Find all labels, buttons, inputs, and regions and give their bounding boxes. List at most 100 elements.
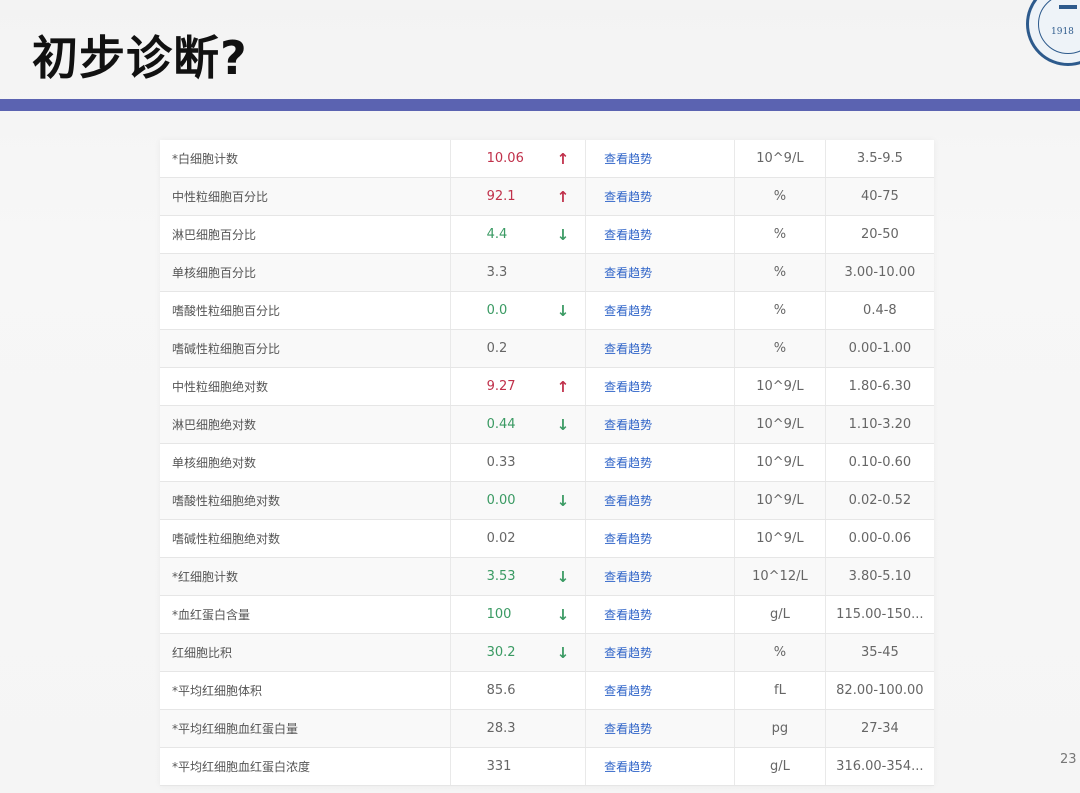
flag-empty [557,748,587,785]
test-unit: 10^12/L [735,558,826,595]
view-trend-link[interactable]: 查看趋势 [586,368,736,405]
table-row: 淋巴细胞百分比 4.4 ↓ 查看趋势% 20-50 [160,216,934,254]
view-trend-link[interactable]: 查看趋势 [586,216,736,253]
table-row: 红细胞比积 30.2 ↓ 查看趋势% 35-45 [160,634,934,672]
view-trend-link[interactable]: 查看趋势 [586,254,736,291]
test-value: 0.2 [486,341,508,356]
arrow-up-icon: ↑ [557,368,587,405]
arrow-down-icon: ↓ [557,482,587,519]
test-value: 0.44 [486,417,516,432]
test-name: *白细胞计数 [160,140,451,177]
test-value: 331 [486,759,512,774]
table-row: 嗜酸性粒细胞百分比 0.0 ↓ 查看趋势% 0.4-8 [160,292,934,330]
test-value: 3.53 [486,569,516,584]
view-trend-link[interactable]: 查看趋势 [586,444,736,481]
reference-range: 0.4-8 [863,303,897,318]
arrow-down-icon: ↓ [557,292,587,329]
reference-range: 82.00-100.00 [836,683,924,698]
flag-empty [557,330,587,367]
test-name: *平均红细胞体积 [160,672,451,709]
test-name: 嗜酸性粒细胞百分比 [160,292,451,329]
reference-range: 316.00-354... [836,759,924,774]
table-row: *血红蛋白含量 100 ↓ 查看趋势 g/L 115.00-150... [160,596,934,634]
view-trend-link[interactable]: 查看趋势 [586,710,736,747]
arrow-down-icon: ↓ [557,596,587,633]
reference-range: 35-45 [860,645,899,660]
logo-emblem [1059,5,1077,9]
test-value: 3.3 [486,265,508,280]
view-trend-link[interactable]: 查看趋势 [586,330,736,367]
table-row: *平均红细胞血红蛋白浓度 331 查看趋势 g/L 316.00-354... [160,748,934,786]
view-trend-link[interactable]: 查看趋势 [586,406,736,443]
view-trend-link[interactable]: 查看趋势 [586,558,736,595]
page-number: 23 [1060,752,1077,767]
test-unit: 10^9/L [735,140,826,177]
test-unit: % [735,254,826,291]
test-name: 中性粒细胞绝对数 [160,368,451,405]
reference-range: 115.00-150... [836,607,924,622]
test-name: *平均红细胞血红蛋白量 [160,710,451,747]
test-name: 红细胞比积 [160,634,451,671]
reference-range: 3.80-5.10 [848,569,912,584]
test-name: *红细胞计数 [160,558,451,595]
table-row: 嗜碱性粒细胞百分比 0.2 查看趋势% 0.00-1.00 [160,330,934,368]
test-unit: 10^9/L [735,482,826,519]
reference-range: 3.5-9.5 [856,151,903,166]
table-row: 嗜酸性粒细胞绝对数 0.00 ↓ 查看趋势 10^9/L 0.02-0.52 [160,482,934,520]
test-value: 92.1 [486,189,516,204]
test-name: *血红蛋白含量 [160,596,451,633]
test-unit: % [735,330,826,367]
arrow-down-icon: ↓ [557,558,587,595]
view-trend-link[interactable]: 查看趋势 [586,634,736,671]
view-trend-link[interactable]: 查看趋势 [586,672,736,709]
arrow-down-icon: ↓ [557,216,587,253]
arrow-up-icon: ↑ [557,178,587,215]
title-accent-bar [0,99,1080,111]
test-unit: pg [735,710,826,747]
reference-range: 1.10-3.20 [848,417,912,432]
test-value: 85.6 [486,683,516,698]
test-unit: % [735,292,826,329]
test-unit: 10^9/L [735,406,826,443]
test-value: 10.06 [486,151,524,166]
table-row: 单核细胞百分比 3.3 查看趋势% 3.00-10.00 [160,254,934,292]
view-trend-link[interactable]: 查看趋势 [586,292,736,329]
view-trend-link[interactable]: 查看趋势 [586,178,736,215]
test-name: 中性粒细胞百分比 [160,178,451,215]
view-trend-link[interactable]: 查看趋势 [586,748,736,785]
test-value: 0.02 [486,531,516,546]
test-unit: 10^9/L [735,520,826,557]
view-trend-link[interactable]: 查看趋势 [586,520,736,557]
test-name: 单核细胞百分比 [160,254,451,291]
table-row: 淋巴细胞绝对数 0.44 ↓ 查看趋势 10^9/L 1.10-3.20 [160,406,934,444]
test-name: 淋巴细胞百分比 [160,216,451,253]
test-unit: g/L [735,748,826,785]
reference-range: 0.00-0.06 [848,531,912,546]
test-value: 30.2 [486,645,516,660]
reference-range: 20-50 [860,227,899,242]
table-row: 嗜碱性粒细胞绝对数 0.02 查看趋势 10^9/L 0.00-0.06 [160,520,934,558]
view-trend-link[interactable]: 查看趋势 [586,140,736,177]
logo-year: 1918 [1051,27,1074,37]
test-unit: g/L [735,596,826,633]
table-row: *平均红细胞血红蛋白量 28.3 查看趋势 pg 27-34 [160,710,934,748]
lab-results-table: *白细胞计数 10.06 ↑ 查看趋势 10^9/L 3.5-9.5 中性粒细胞百分比 92.… [160,140,934,786]
slide-title: 初步诊断? [32,31,248,85]
view-trend-link[interactable]: 查看趋势 [586,596,736,633]
arrow-down-icon: ↓ [557,406,587,443]
test-value: 9.27 [486,379,516,394]
reference-range: 27-34 [860,721,899,736]
table-row: *白细胞计数 10.06 ↑ 查看趋势 10^9/L 3.5-9.5 [160,140,934,178]
flag-empty [557,444,587,481]
flag-empty [557,672,587,709]
reference-range: 40-75 [860,189,899,204]
reference-range: 3.00-10.00 [844,265,916,280]
test-unit: % [735,634,826,671]
reference-range: 1.80-6.30 [848,379,912,394]
test-unit: 10^9/L [735,368,826,405]
table-row: 单核细胞绝对数 0.33 查看趋势 10^9/L 0.10-0.60 [160,444,934,482]
table-row: *平均红细胞体积 85.6 查看趋势 fL 82.00-100.00 [160,672,934,710]
reference-range: 0.00-1.00 [848,341,912,356]
reference-range: 0.10-0.60 [848,455,912,470]
view-trend-link[interactable]: 查看趋势 [586,482,736,519]
